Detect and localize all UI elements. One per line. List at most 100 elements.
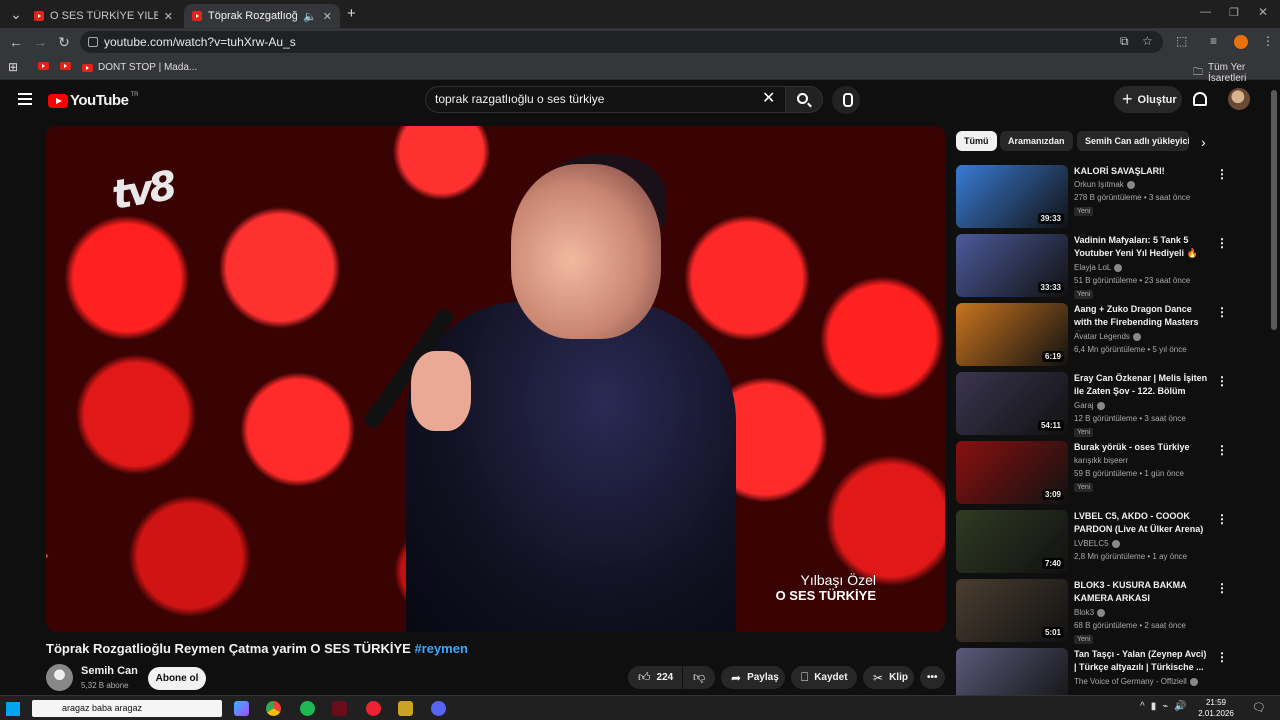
- taskbar-search-input[interactable]: aragaz baba aragaz: [32, 700, 222, 717]
- cast-icon[interactable]: ⧉: [1120, 34, 1129, 49]
- recommendation-channel-row[interactable]: Blok3: [1074, 608, 1106, 617]
- recommendation-thumbnail[interactable]: 54:11: [956, 372, 1068, 435]
- recommendation-title[interactable]: BLOK3 - KUSURA BAKMA KAMERA ARKASI: [1074, 579, 1210, 605]
- bookmark-dont-stop[interactable]: DONT STOP | Mada...: [82, 62, 197, 73]
- recommendation-thumbnail[interactable]: 6:19: [956, 303, 1068, 366]
- recommendation-thumbnail[interactable]: 33:33: [956, 234, 1068, 297]
- recommendation-item[interactable]: 54:11 Eray Can Özkenar | Melis İşiten ile…: [956, 372, 1236, 437]
- new-tab-button[interactable]: +: [347, 5, 356, 22]
- close-window-button[interactable]: ✕: [1258, 5, 1268, 19]
- recommendation-channel-row[interactable]: Elayja LoL: [1074, 263, 1123, 272]
- browser-menu-icon[interactable]: ⋮: [1262, 34, 1274, 48]
- copilot-icon[interactable]: [234, 701, 249, 716]
- recommendation-thumbnail[interactable]: 3:09: [956, 441, 1068, 504]
- save-button[interactable]: ⎕ Kaydet: [791, 666, 857, 689]
- back-icon[interactable]: ←: [4, 30, 28, 54]
- app-icon-1[interactable]: [332, 701, 347, 716]
- channel-name[interactable]: Semih Can: [81, 665, 138, 677]
- more-options-icon[interactable]: ⋮: [1216, 305, 1228, 319]
- bookmark-youtube-1[interactable]: [38, 62, 54, 70]
- chevron-right-icon[interactable]: ›: [1201, 134, 1206, 150]
- taskbar-clock[interactable]: 21:59 2.01.2026: [1196, 697, 1236, 719]
- menu-icon[interactable]: [18, 93, 32, 105]
- apps-icon[interactable]: ⊞: [8, 60, 18, 74]
- bookmark-youtube-2[interactable]: [60, 62, 76, 70]
- chip-uploader[interactable]: Semih Can adlı yükleyici: [1077, 131, 1189, 151]
- minimize-button[interactable]: —: [1200, 6, 1211, 18]
- tab-1[interactable]: O SES TÜRKİYE YILBAŞI ÖZEL - ✕: [26, 4, 181, 28]
- user-avatar[interactable]: [1228, 88, 1250, 110]
- app-icon-3[interactable]: [398, 701, 413, 716]
- recommendation-item[interactable]: 33:33 Vadinin Mafyaları: 5 Tank 5 Youtube…: [956, 234, 1236, 299]
- recommendation-item[interactable]: 6:19 Aang + Zuko Dragon Dance with the Fi…: [956, 303, 1236, 367]
- notifications-icon[interactable]: 🗨: [1252, 701, 1266, 714]
- notifications-icon[interactable]: [1193, 92, 1207, 106]
- recommendation-thumbnail[interactable]: 7:40: [956, 510, 1068, 573]
- recommendation-title[interactable]: Tan Taşçı - Yalan (Zeynep Avci) | Türkçe…: [1074, 648, 1210, 674]
- recommendation-title[interactable]: Burak yörük - oses Türkiye: [1074, 441, 1210, 454]
- recommendation-thumbnail[interactable]: 5:01: [956, 579, 1068, 642]
- video-player[interactable]: tv8 ◆ Yılbaşı Özel O SES TÜRKİYE: [46, 126, 945, 632]
- recommendation-channel-row[interactable]: Avatar Legends: [1074, 332, 1141, 341]
- tray-icons[interactable]: ^▮⌁🔊: [1140, 701, 1193, 712]
- site-info-icon[interactable]: [88, 37, 98, 47]
- video-hashtag[interactable]: #reymen: [414, 641, 467, 656]
- chrome-icon[interactable]: [266, 701, 281, 716]
- close-tab-icon[interactable]: ✕: [323, 10, 332, 23]
- more-options-icon[interactable]: ⋮: [1216, 650, 1228, 664]
- spotify-icon[interactable]: [300, 701, 315, 716]
- youtube-logo[interactable]: YouTube TR: [48, 92, 138, 109]
- search-input[interactable]: toprak razgatlıoğlu o ses türkiye: [425, 86, 786, 113]
- recommendation-item[interactable]: 7:40 LVBEL C5, AKDO - COOOK PARDON (Live …: [956, 510, 1236, 574]
- scrollbar-thumb[interactable]: [1271, 90, 1277, 330]
- recommendation-item[interactable]: 3:09 Burak yörük - oses Türkiye karışıkk b…: [956, 441, 1236, 505]
- recommendation-channel-row[interactable]: Orkun Işıtmak: [1074, 180, 1135, 189]
- channel-avatar[interactable]: [46, 664, 73, 691]
- voice-search-icon[interactable]: [832, 86, 860, 114]
- create-button[interactable]: + Oluştur: [1114, 86, 1182, 113]
- recommendation-title[interactable]: KALORİ SAVAŞLARI!: [1074, 165, 1210, 178]
- recommendation-title[interactable]: Vadinin Mafyaları: 5 Tank 5 Youtuber Yen…: [1074, 234, 1210, 260]
- recommendation-item[interactable]: 39:33 KALORİ SAVAŞLARI! Orkun Işıtmak 278 B…: [956, 165, 1236, 229]
- restore-button[interactable]: ❐: [1229, 6, 1239, 19]
- recommendation-title[interactable]: Eray Can Özkenar | Melis İşiten ile Zate…: [1074, 372, 1210, 398]
- more-actions-button[interactable]: •••: [920, 666, 945, 689]
- forward-icon[interactable]: →: [28, 30, 52, 54]
- more-options-icon[interactable]: ⋮: [1216, 236, 1228, 250]
- tab-2[interactable]: Töprak Rozgatlıoğlu Reyme 🔈 ✕: [184, 4, 340, 28]
- chip-from-search[interactable]: Aramanızdan: [1000, 131, 1073, 151]
- recommendation-channel-row[interactable]: LVBELC5: [1074, 539, 1120, 548]
- share-button[interactable]: ➦ Paylaş: [721, 666, 785, 689]
- windows-start-icon[interactable]: [6, 702, 20, 716]
- more-options-icon[interactable]: ⋮: [1216, 374, 1228, 388]
- close-tab-icon[interactable]: ✕: [164, 10, 173, 23]
- discord-icon[interactable]: [431, 701, 446, 716]
- speaker-icon[interactable]: 🔈: [303, 10, 317, 23]
- subscribe-button[interactable]: Abone ol: [148, 667, 206, 690]
- search-button[interactable]: [785, 86, 823, 113]
- tab-search-icon[interactable]: ⌄: [4, 2, 28, 26]
- recommendation-channel-row[interactable]: Garaj: [1074, 401, 1105, 410]
- recommendation-channel-row[interactable]: The Voice of Germany - Offiziell: [1074, 677, 1198, 686]
- recommendation-channel-row[interactable]: karışıkk bişeerr: [1074, 456, 1128, 465]
- more-options-icon[interactable]: ⋮: [1216, 167, 1228, 181]
- chip-all[interactable]: Tümü: [956, 131, 997, 151]
- more-options-icon[interactable]: ⋮: [1216, 443, 1228, 457]
- recommendation-title[interactable]: LVBEL C5, AKDO - COOOK PARDON (Live At Ü…: [1074, 510, 1210, 536]
- clear-search-icon[interactable]: ✕: [762, 91, 775, 107]
- dislike-button[interactable]: 👎︎: [683, 666, 715, 689]
- like-button[interactable]: 👍︎ 224: [628, 666, 682, 689]
- clip-button[interactable]: ✂ Klip: [863, 666, 914, 689]
- recommendation-title[interactable]: Aang + Zuko Dragon Dance with the Firebe…: [1074, 303, 1210, 331]
- recommendation-thumbnail[interactable]: 39:33: [956, 165, 1068, 228]
- reload-icon[interactable]: ↻: [52, 30, 76, 54]
- page-scrollbar[interactable]: [1271, 90, 1277, 690]
- profile-icon[interactable]: [1234, 35, 1248, 49]
- extensions-icon[interactable]: ⬚: [1176, 34, 1187, 48]
- media-icon[interactable]: ≡: [1210, 34, 1217, 48]
- more-options-icon[interactable]: ⋮: [1216, 581, 1228, 595]
- url-field[interactable]: youtube.com/watch?v=tuhXrw-Au_s: [80, 31, 1163, 53]
- app-icon-2[interactable]: [366, 701, 381, 716]
- bookmark-star-icon[interactable]: ☆: [1142, 34, 1153, 48]
- more-options-icon[interactable]: ⋮: [1216, 512, 1228, 526]
